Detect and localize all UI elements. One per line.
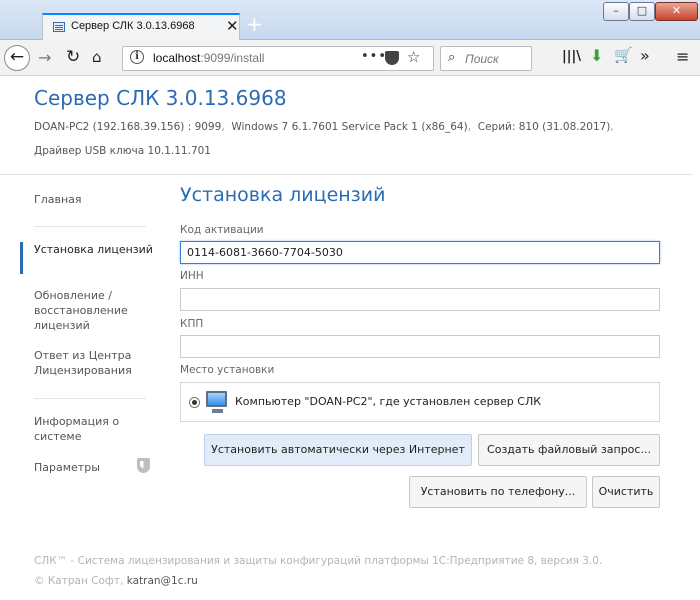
- install-place-group: Компьютер "DOAN-PC2", где установлен сер…: [180, 382, 660, 422]
- url-host: localhost: [153, 51, 201, 65]
- sidebar-item-install[interactable]: Установка лицензий: [20, 242, 168, 274]
- search-placeholder: Поиск: [465, 52, 499, 66]
- pocket-icon[interactable]: [385, 51, 399, 65]
- driver-info: Драйвер USB ключа 10.1.11.701: [34, 145, 211, 157]
- create-file-request-button[interactable]: Создать файловый запрос...: [478, 434, 660, 466]
- install-place-radio[interactable]: [189, 397, 200, 408]
- page-footer: СЛК™ - Система лицензирования и защиты к…: [34, 551, 602, 591]
- hamburger-menu-icon[interactable]: ≡: [676, 47, 689, 66]
- server-serial: Серий: 810 (31.08.2017): [477, 121, 611, 133]
- header-divider: [0, 174, 700, 175]
- title-bar: Сервер СЛК 3.0.13.6968 ✕ + – □ ✕: [0, 0, 700, 41]
- search-bar[interactable]: ⌕ Поиск: [440, 46, 532, 71]
- forward-arrow-icon[interactable]: →: [38, 48, 51, 67]
- computer-monitor-icon: [206, 391, 227, 413]
- page-actions-icon[interactable]: •••: [361, 49, 387, 64]
- tab-title: Сервер СЛК 3.0.13.6968: [71, 20, 195, 32]
- sidebar-item-update[interactable]: Обновление / восстановление лицензий: [20, 288, 168, 333]
- kpp-label: КПП: [180, 318, 204, 330]
- server-os: Windows 7 6.1.7601 Service Pack 1 (x86_6…: [231, 121, 468, 133]
- page-scrollbar[interactable]: [693, 77, 700, 600]
- navigation-toolbar: ← → ↻ ⌂ i localhost:9099/install ••• ☆ ⌕…: [0, 40, 700, 76]
- bookmark-star-icon[interactable]: ☆: [407, 48, 420, 66]
- cart-icon[interactable]: 🛒: [614, 46, 633, 64]
- sidebar-item-home[interactable]: Главная: [20, 192, 168, 207]
- home-icon[interactable]: ⌂: [92, 48, 102, 66]
- sidebar-item-settings[interactable]: Параметры: [20, 460, 120, 475]
- server-host: DOAN-PC2 (192.168.39.156) : 9099: [34, 121, 222, 133]
- info-separator: ,: [610, 121, 614, 133]
- address-bar[interactable]: i localhost:9099/install ••• ☆: [122, 46, 434, 71]
- section-title: Установка лицензий: [180, 184, 386, 206]
- search-icon: ⌕: [448, 50, 456, 65]
- install-place-label: Место установки: [180, 364, 275, 376]
- address-url[interactable]: localhost:9099/install: [153, 51, 264, 65]
- library-icon[interactable]: |||\: [562, 49, 581, 64]
- sidebar-divider: [34, 226, 146, 227]
- info-separator: ,: [467, 121, 472, 133]
- sidebar-divider: [34, 398, 146, 399]
- download-arrow-icon[interactable]: ⬇: [590, 46, 603, 65]
- window-close-button[interactable]: ✕: [655, 2, 698, 21]
- contact-email-link[interactable]: katran@1c.ru: [127, 575, 198, 587]
- window-maximize-button[interactable]: □: [629, 2, 655, 21]
- inn-input[interactable]: [180, 288, 660, 311]
- url-path: :9099/install: [200, 51, 265, 65]
- inn-label: ИНН: [180, 270, 204, 282]
- browser-window: Сервер СЛК 3.0.13.6968 ✕ + – □ ✕ ← → ↻ ⌂…: [0, 0, 700, 600]
- footer-description: СЛК™ - Система лицензирования и защиты к…: [34, 555, 603, 567]
- activation-code-label: Код активации: [180, 224, 264, 236]
- tab-close-icon[interactable]: ✕: [226, 17, 239, 35]
- info-separator: ,: [221, 121, 225, 133]
- overflow-chevron-icon[interactable]: »: [640, 46, 650, 65]
- new-tab-button[interactable]: +: [246, 12, 263, 36]
- clear-button[interactable]: Очистить: [592, 476, 660, 508]
- server-info: DOAN-PC2 (192.168.39.156) : 9099, Window…: [34, 121, 614, 133]
- sidebar-item-system-info[interactable]: Информация о системе: [20, 414, 168, 444]
- site-info-icon[interactable]: i: [130, 50, 144, 64]
- kpp-input[interactable]: [180, 335, 660, 358]
- copyright-text: © Катран Софт,: [34, 575, 124, 587]
- install-via-internet-button[interactable]: Установить автоматически через Интернет: [204, 434, 472, 466]
- install-by-phone-button[interactable]: Установить по телефону...: [409, 476, 587, 508]
- window-minimize-button[interactable]: –: [603, 2, 629, 21]
- footer-copyright: © Катран Софт, katran@1c.ru: [34, 571, 602, 591]
- reload-icon[interactable]: ↻: [66, 47, 80, 67]
- install-place-option-label[interactable]: Компьютер "DOAN-PC2", где установлен сер…: [235, 395, 541, 408]
- back-arrow-icon[interactable]: ←: [4, 45, 30, 71]
- sidebar-item-response[interactable]: Ответ из Центра Лицензирования: [20, 348, 168, 378]
- page-content: Сервер СЛК 3.0.13.6968 DOAN-PC2 (192.168…: [0, 77, 700, 600]
- activation-code-input[interactable]: 0114-6081-3660-7704-5030: [180, 241, 660, 264]
- page-favicon-icon: [53, 22, 65, 32]
- browser-tab[interactable]: Сервер СЛК 3.0.13.6968 ✕: [42, 13, 240, 41]
- page-title: Сервер СЛК 3.0.13.6968: [34, 86, 287, 110]
- shield-icon: [137, 458, 150, 473]
